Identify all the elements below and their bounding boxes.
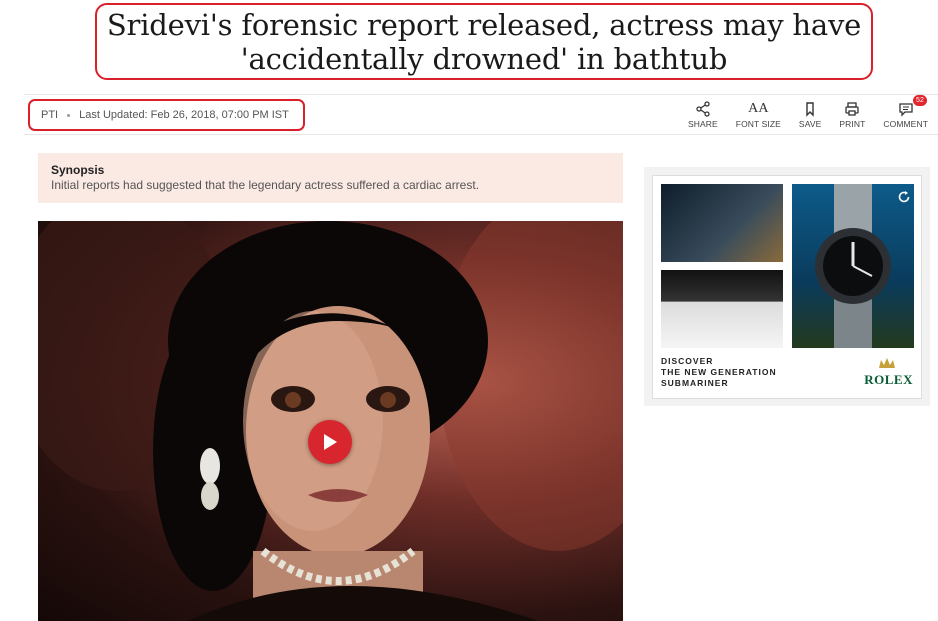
share-label: SHARE — [687, 119, 718, 129]
byline-source: PTI — [41, 109, 59, 121]
save-label: SAVE — [798, 119, 822, 129]
ad-copy: DISCOVER THE NEW GENERATION SUBMARINER — [661, 356, 777, 389]
article-toolbar: SHARE AA FONT SIZE SAVE PRINT 52 COMMENT — [670, 95, 928, 129]
watch-illustration — [815, 184, 891, 348]
comment-label: COMMENT — [883, 119, 928, 129]
share-icon — [696, 101, 710, 117]
synopsis-text: Initial reports had suggested that the l… — [51, 178, 480, 192]
save-button[interactable]: SAVE — [799, 101, 821, 129]
article-video-thumbnail[interactable] — [38, 221, 623, 621]
comment-count-badge: 52 — [913, 95, 927, 106]
page-title: Sridevi's forensic report released, actr… — [97, 5, 871, 76]
comment-button[interactable]: 52 COMMENT — [883, 95, 928, 129]
byline-separator — [67, 113, 71, 117]
headline-line-2: 'accidentally drowned' in bathtub — [240, 42, 728, 76]
ad-watch-movement-image — [661, 184, 783, 262]
synopsis-title: Synopsis — [51, 163, 105, 177]
ad-copy-line-2: THE NEW GENERATION — [661, 367, 777, 377]
font-size-icon: AA — [748, 101, 769, 116]
bookmark-icon — [806, 102, 814, 117]
ad-copy-line-3: SUBMARINER — [661, 378, 729, 388]
comment-icon — [899, 103, 913, 117]
ad-brand: ROLEX — [864, 372, 913, 387]
print-label: PRINT — [839, 119, 866, 129]
byline: PTI Last Updated: Feb 26, 2018, 07:00 PM… — [28, 99, 305, 131]
advertisement[interactable]: DISCOVER THE NEW GENERATION SUBMARINER R… — [644, 167, 930, 406]
share-button[interactable]: SHARE — [688, 101, 718, 129]
synopsis-box: Synopsis Initial reports had suggested t… — [38, 153, 623, 203]
ad-copy-line-1: DISCOVER — [661, 356, 714, 366]
play-icon — [324, 434, 337, 450]
meta-divider-top — [24, 94, 938, 95]
play-button[interactable] — [308, 420, 352, 464]
refresh-icon[interactable] — [897, 190, 911, 204]
crown-icon — [879, 358, 895, 368]
font-size-button[interactable]: AA FONT SIZE — [736, 101, 781, 129]
ad-creative[interactable]: DISCOVER THE NEW GENERATION SUBMARINER R… — [652, 175, 922, 399]
meta-divider-bottom — [24, 134, 938, 135]
print-icon — [845, 102, 860, 116]
print-button[interactable]: PRINT — [839, 101, 865, 129]
headline-line-1: Sridevi's forensic report released, actr… — [106, 8, 862, 42]
headline-box: Sridevi's forensic report released, actr… — [95, 3, 873, 80]
ad-watch-clasp-image — [661, 270, 783, 348]
byline-updated: Last Updated: Feb 26, 2018, 07:00 PM IST — [79, 109, 289, 121]
font-size-label: FONT SIZE — [735, 119, 781, 129]
ad-submariner-image — [792, 184, 914, 348]
